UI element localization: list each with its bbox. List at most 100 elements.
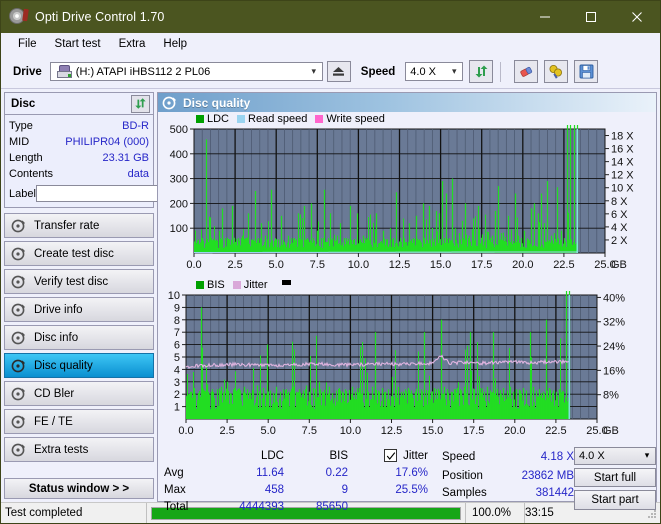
menu-item-file[interactable]: File (9, 36, 46, 52)
disc-key-contents: Contents (9, 168, 54, 180)
sidebar-item-disc-info[interactable]: Disc info (4, 325, 154, 350)
eraser-icon (520, 66, 533, 77)
menu-item-help[interactable]: Help (154, 36, 196, 52)
disc-properties: Type BD-R MID PHILIPR04 (000) Length 23.… (5, 115, 238, 207)
menu-bar: File Start test Extra Help (1, 33, 660, 55)
svg-text:500: 500 (170, 125, 188, 136)
status-message: Test completed (1, 503, 147, 523)
sidebar-item-verify-test-disc[interactable]: Verify test disc (4, 269, 154, 294)
svg-text:7.5: 7.5 (302, 425, 317, 437)
drive-select-value: (H:) ATAPI iHBS112 2 PL06 (75, 65, 211, 78)
disc-info-panel: Disc Type BD-R MID PHILIPR04 (000) Lengt… (4, 92, 238, 208)
chevron-down-icon: ▾ (644, 450, 650, 461)
svg-text:5: 5 (174, 352, 180, 364)
disc-refresh-button[interactable] (131, 94, 150, 113)
stats-max-bis: 9 (341, 483, 348, 496)
window-title: Opti Drive Control 1.70 (35, 10, 165, 24)
sidebar-item-disc-quality[interactable]: Disc quality (4, 353, 154, 378)
floppy-save-icon (579, 64, 594, 79)
action-buttons: 4.0 X ▾ Start full Start part (574, 447, 656, 511)
chevron-down-icon: ▾ (311, 66, 317, 76)
svg-text:400: 400 (170, 149, 188, 161)
disc-icon (11, 415, 25, 428)
sidebar-label: FE / TE (34, 415, 73, 428)
stats-row-max: Max 458 9 25.5% (164, 481, 432, 498)
svg-text:24%: 24% (603, 341, 625, 353)
svg-text:2.5: 2.5 (219, 425, 234, 437)
jitter-checkbox[interactable] (384, 449, 398, 462)
svg-text:18 X: 18 X (611, 131, 634, 143)
stats-table: LDC BIS Jitter Avg 11.64 0.22 17.6% Max … (164, 447, 432, 513)
disc-value-contents: data (127, 168, 149, 180)
disc-quality-icon (162, 96, 176, 109)
content-area: Disc quality LDC Read speed Write speed … (157, 89, 660, 513)
legend-swatch-bis (196, 280, 204, 289)
svg-text:2.5: 2.5 (227, 259, 242, 271)
settings-button[interactable] (544, 60, 569, 83)
disc-key-length: Length (9, 152, 43, 164)
test-speed-select[interactable]: 4.0 X ▾ (574, 447, 656, 465)
ldc-chart-block: LDC Read speed Write speed 100 200 300 400 5… (158, 112, 656, 278)
svg-text:17.5: 17.5 (471, 259, 492, 271)
panel-header: Disc quality (158, 93, 656, 112)
disc-icon (11, 331, 25, 344)
optical-disc-icon (9, 8, 29, 26)
refresh-button[interactable] (469, 60, 494, 83)
refresh-icon (135, 98, 146, 109)
svg-text:100: 100 (170, 223, 188, 235)
svg-text:10.0: 10.0 (340, 425, 361, 437)
samples-row: Samples 381442 (442, 484, 574, 501)
position-label: Position (442, 469, 483, 482)
save-button[interactable] (574, 60, 599, 83)
svg-text:GB: GB (611, 259, 627, 271)
ldc-legend: LDC Read speed Write speed (158, 112, 656, 125)
svg-text:5.0: 5.0 (261, 425, 276, 437)
resize-grip-icon[interactable] (645, 507, 658, 520)
stats-row-total: Total 4444393 85650 (164, 498, 432, 515)
eject-button[interactable] (326, 61, 351, 82)
stats-label-avg: Avg (164, 466, 184, 479)
sidebar-item-transfer-rate[interactable]: Transfer rate (4, 213, 154, 238)
legend-label-bis: BIS (207, 278, 225, 291)
svg-text:12.5: 12.5 (389, 259, 410, 271)
close-button[interactable] (614, 1, 660, 33)
stats-area: LDC BIS Jitter Avg 11.64 0.22 17.6% Max … (158, 444, 656, 513)
sidebar-item-cd-bler[interactable]: CD Bler (4, 381, 154, 406)
speed-row: Speed 4.18 X (442, 447, 574, 467)
sidebar-item-fe-te[interactable]: FE / TE (4, 409, 154, 434)
svg-text:16 X: 16 X (611, 144, 634, 156)
nav-list: Transfer rate Create test disc Verify te… (4, 213, 154, 462)
menu-item-extra[interactable]: Extra (110, 36, 155, 52)
sidebar-item-extra-tests[interactable]: Extra tests (4, 437, 154, 462)
minimize-button[interactable] (522, 1, 568, 33)
ldc-chart[interactable]: 1002003004005002 X4 X6 X8 X10 X12 X14 X1… (158, 124, 647, 275)
maximize-button[interactable] (568, 1, 614, 33)
drive-select[interactable]: (H:) ATAPI iHBS112 2 PL06 ▾ (49, 62, 323, 81)
disc-key-mid: MID (9, 136, 30, 148)
sidebar-item-drive-info[interactable]: Drive info (4, 297, 154, 322)
stats-avg-bis: 0.22 (325, 466, 348, 479)
status-window-button[interactable]: Status window > > (4, 478, 154, 499)
window-controls (522, 1, 660, 33)
toolbar: Drive (H:) ATAPI iHBS112 2 PL06 ▾ Speed … (1, 55, 660, 89)
start-full-button[interactable]: Start full (574, 467, 656, 488)
disc-icon (11, 219, 25, 232)
refresh-icon (475, 65, 488, 78)
svg-text:0.0: 0.0 (178, 425, 193, 437)
sidebar-label: Create test disc (34, 247, 114, 260)
stats-col-ldc: LDC (260, 449, 284, 462)
disc-icon (11, 443, 25, 456)
svg-text:0.0: 0.0 (186, 259, 201, 271)
svg-text:15.0: 15.0 (422, 425, 443, 437)
speed-select[interactable]: 4.0 X ▾ (405, 62, 464, 81)
svg-text:8 X: 8 X (611, 196, 628, 208)
legend-swatch-write-speed (315, 114, 324, 123)
erase-button[interactable] (514, 60, 539, 83)
bulb-icon (549, 65, 563, 79)
samples-value: 381442 (535, 486, 574, 499)
bis-chart[interactable]: 12345678910 8% 16% 24% 32% 40% 0.0 2.5 5.0 7.5 10.… (158, 290, 647, 441)
sidebar-item-create-test-disc[interactable]: Create test disc (4, 241, 154, 266)
menu-item-start-test[interactable]: Start test (46, 36, 110, 52)
start-part-button[interactable]: Start part (574, 490, 656, 511)
